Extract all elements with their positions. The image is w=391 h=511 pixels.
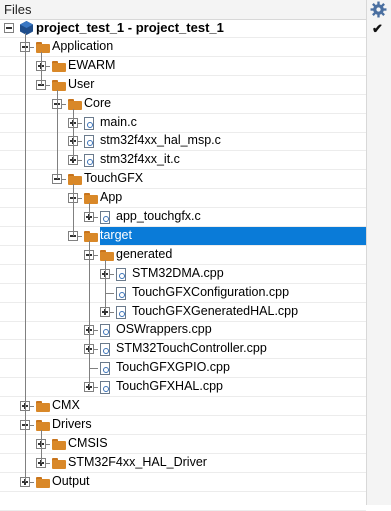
tree-file-row[interactable]: stm32f4xx_hal_msp.c bbox=[0, 132, 366, 152]
cpp-file-icon bbox=[100, 362, 110, 376]
tree-file-row[interactable]: app_touchgfx.c bbox=[0, 208, 366, 227]
folder-icon bbox=[52, 79, 66, 91]
tree-item-label: EWARM bbox=[68, 57, 116, 72]
cpp-file-icon bbox=[100, 324, 110, 338]
tree-item-label: Drivers bbox=[52, 416, 92, 431]
options-column bbox=[366, 0, 391, 505]
tree-item-label: User bbox=[68, 76, 95, 91]
tree-folder-row[interactable]: App bbox=[0, 189, 366, 209]
tree-item-label: App bbox=[100, 190, 123, 205]
tree-file-row[interactable]: TouchGFXConfiguration.cpp bbox=[0, 284, 366, 303]
tree-item-label: OSWrappers.cpp bbox=[116, 322, 212, 337]
tree-file-row[interactable]: main.c bbox=[0, 114, 366, 133]
cpp-file-icon bbox=[116, 267, 126, 281]
tree-folder-row[interactable]: Core bbox=[0, 95, 366, 114]
c-file-icon bbox=[84, 116, 94, 130]
tree-file-row[interactable]: stm32f4xx_it.c bbox=[0, 151, 366, 171]
tree-folder-row[interactable]: generated bbox=[0, 246, 366, 265]
folder-icon bbox=[68, 174, 82, 186]
tree-folder-row[interactable]: Output bbox=[0, 473, 366, 492]
collapse-toggle-icon[interactable] bbox=[4, 23, 14, 33]
tree-item-label: project_test_1 - project_test_1 bbox=[36, 20, 224, 35]
tree-item-label: generated bbox=[116, 246, 173, 261]
panel-title: Files bbox=[4, 2, 32, 17]
tree-guide-line bbox=[89, 368, 98, 370]
tree-folder-row[interactable]: target bbox=[0, 226, 366, 246]
tree-item-label: CMSIS bbox=[68, 435, 108, 450]
tree-item-label: TouchGFXGPIO.cpp bbox=[116, 360, 230, 375]
tree-item-label: STM32TouchController.cpp bbox=[116, 341, 267, 356]
tree-folder-row[interactable]: project_test_1 - project_test_1 bbox=[0, 19, 366, 38]
folder-icon bbox=[84, 230, 98, 242]
folder-icon bbox=[68, 98, 82, 110]
tree-folder-row[interactable]: Drivers bbox=[0, 416, 366, 435]
tree-guide-line bbox=[41, 51, 42, 85]
folder-icon bbox=[36, 401, 50, 412]
tree-item-label: stm32f4xx_hal_msp.c bbox=[100, 133, 221, 148]
tree-guide-line bbox=[89, 203, 90, 217]
c-file-icon bbox=[84, 135, 94, 149]
tree-item-label: STM32F4xx_HAL_Driver bbox=[68, 454, 207, 469]
tree-file-row[interactable]: STM32DMA.cpp bbox=[0, 265, 366, 284]
tree-guide-line bbox=[73, 184, 74, 236]
tree-item-label: TouchGFXHAL.cpp bbox=[116, 379, 223, 394]
tree-folder-row[interactable]: STM32F4xx_HAL_Driver bbox=[0, 454, 366, 473]
check-mark-icon: ✔ bbox=[372, 21, 383, 36]
cpp-file-icon bbox=[100, 381, 110, 395]
c-file-icon bbox=[84, 154, 94, 168]
tree-folder-row[interactable]: CMX bbox=[0, 397, 366, 416]
tree-file-row[interactable]: OSWrappers.cpp bbox=[0, 321, 366, 341]
folder-icon bbox=[52, 457, 66, 469]
tree-file-row[interactable]: TouchGFXGeneratedHAL.cpp bbox=[0, 303, 366, 322]
tree-file-row[interactable]: TouchGFXGPIO.cpp bbox=[0, 359, 366, 379]
tree-file-row[interactable]: STM32TouchController.cpp bbox=[0, 340, 366, 360]
cpp-file-icon bbox=[100, 343, 110, 357]
tree-item-label: main.c bbox=[100, 114, 137, 129]
tree-guide-line bbox=[105, 292, 114, 294]
cpp-file-icon bbox=[116, 286, 126, 300]
tree-item-label: TouchGFXGeneratedHAL.cpp bbox=[132, 303, 299, 318]
tree-guide-line bbox=[73, 108, 74, 161]
folder-icon bbox=[100, 249, 114, 261]
c-file-icon bbox=[100, 211, 110, 224]
tree-guide-line bbox=[89, 240, 90, 388]
cpp-file-icon bbox=[116, 305, 126, 319]
tree-item-label: Output bbox=[52, 473, 90, 488]
empty-row bbox=[0, 492, 366, 511]
tree-file-row[interactable]: TouchGFXHAL.cpp bbox=[0, 378, 366, 398]
tree-folder-row[interactable]: Application bbox=[0, 38, 366, 57]
folder-icon bbox=[52, 60, 66, 72]
tree-item-label: Application bbox=[52, 38, 114, 53]
tree-folder-row[interactable]: CMSIS bbox=[0, 435, 366, 454]
project-icon bbox=[20, 21, 33, 35]
tree-item-label: STM32DMA.cpp bbox=[132, 265, 224, 280]
tree-item-label: stm32f4xx_it.c bbox=[100, 152, 180, 167]
tree-item-label: TouchGFX bbox=[84, 171, 144, 186]
files-panel-header: Files bbox=[0, 0, 391, 20]
tree-folder-row[interactable]: User bbox=[0, 76, 366, 95]
folder-icon bbox=[36, 476, 50, 488]
gear-icon[interactable] bbox=[370, 1, 387, 18]
tree-guide-line bbox=[57, 89, 58, 180]
tree-folder-row[interactable]: EWARM bbox=[0, 57, 366, 76]
tree-item-label: app_touchgfx.c bbox=[116, 209, 201, 223]
tree-folder-row[interactable]: TouchGFX bbox=[0, 170, 366, 190]
tree-guide-line bbox=[105, 259, 106, 312]
folder-icon bbox=[52, 438, 66, 450]
tree-guide-line bbox=[25, 33, 26, 482]
selection-highlight bbox=[100, 226, 366, 245]
tree-item-label: Core bbox=[84, 95, 112, 110]
folder-icon bbox=[36, 419, 50, 431]
tree-item-label: CMX bbox=[52, 398, 80, 412]
tree-item-label: target bbox=[100, 227, 132, 242]
folder-icon bbox=[36, 41, 50, 53]
tree-item-label: TouchGFXConfiguration.cpp bbox=[132, 284, 290, 299]
folder-icon bbox=[84, 193, 98, 205]
tree-guide-line bbox=[41, 429, 42, 463]
